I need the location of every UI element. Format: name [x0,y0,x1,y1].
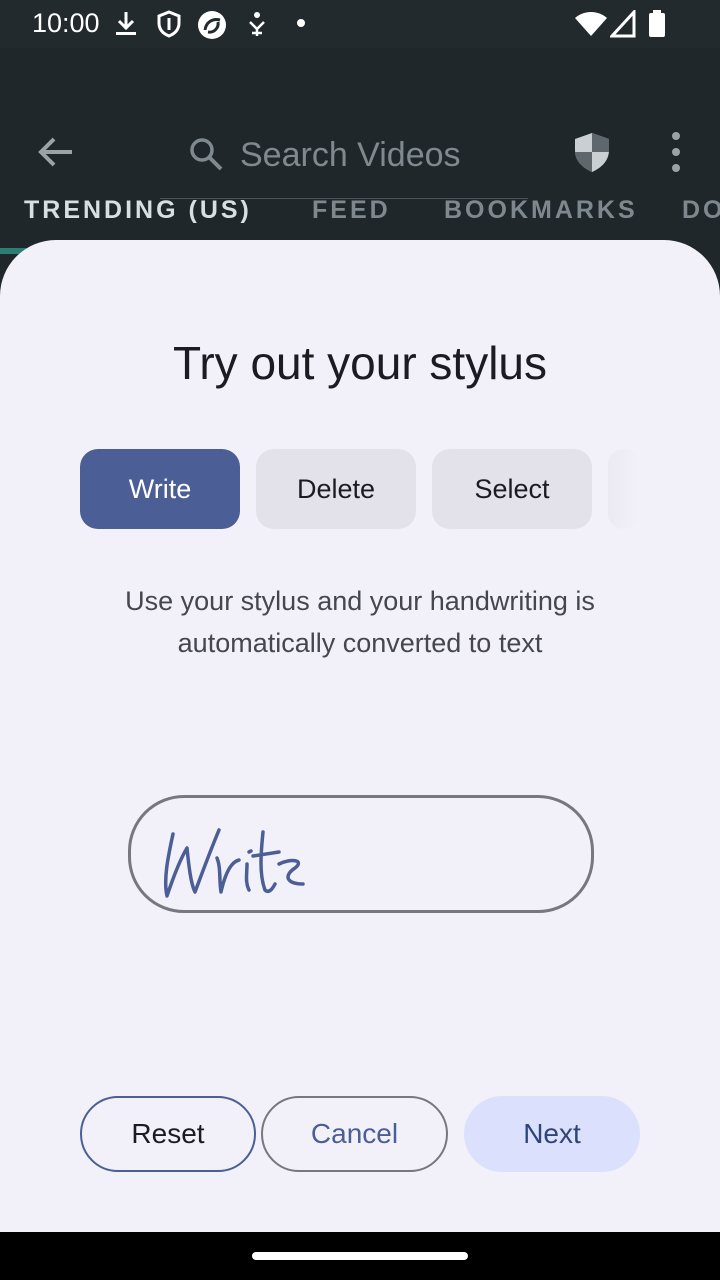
dot-icon [297,19,305,27]
accessibility-icon [249,12,265,36]
wifi-icon [575,12,607,36]
tab-bar: TRENDING (US) FEED BOOKMARKS DO [0,184,720,240]
more-options-icon[interactable] [664,130,688,174]
search-placeholder: Search Videos [240,136,461,174]
mode-write-chip[interactable]: Write [80,449,240,529]
cancel-button[interactable]: Cancel [261,1096,448,1172]
home-gesture-handle[interactable] [252,1252,468,1260]
mode-select-chip[interactable]: Select [432,449,592,529]
status-time: 10:00 [32,8,100,38]
battery-icon [649,10,665,37]
sheet-title: Try out your stylus [172,337,548,389]
handwriting-sample [163,828,305,898]
back-arrow-icon[interactable] [34,130,78,174]
next-button[interactable]: Next [464,1096,640,1172]
search-icon [190,138,223,171]
reset-button[interactable]: Reset [80,1096,256,1172]
shield-icon[interactable] [570,130,614,174]
tab-trending[interactable]: TRENDING (US) [24,196,252,225]
mode-delete-chip[interactable]: Delete [256,449,416,529]
stylus-tutorial-sheet: Try out your stylus Write Delete Select … [0,240,720,1232]
handwriting-input-area[interactable] [128,795,594,913]
mode-description: Use your stylus and your handwriting is … [125,586,595,658]
app-logo-icon [198,11,226,39]
navigation-bar [0,1232,720,1280]
tab-downloads[interactable]: DO [682,196,720,225]
tab-feed[interactable]: FEED [312,196,391,225]
download-icon [116,12,136,35]
status-bar: 10:00 [0,0,720,48]
shield-outline-icon [157,10,181,38]
tab-bookmarks[interactable]: BOOKMARKS [444,196,638,225]
mode-more-chip[interactable] [608,449,640,529]
cell-signal-icon [610,10,636,38]
